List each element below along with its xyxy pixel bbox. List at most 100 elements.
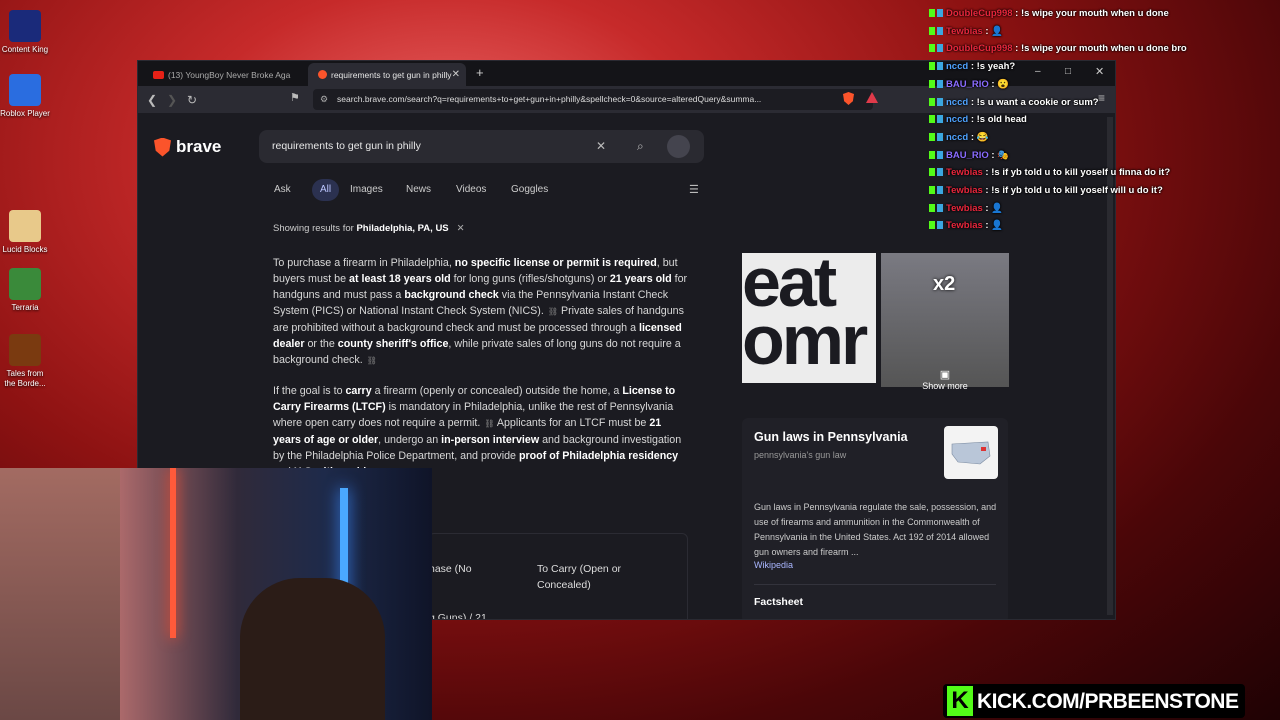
tab-news[interactable]: News xyxy=(398,179,439,201)
chat-username: Tewbias xyxy=(946,167,983,179)
app-icon xyxy=(9,74,41,106)
knowledge-title[interactable]: Gun laws in Pennsylvania xyxy=(754,430,908,444)
table-header-purchase: hase (No xyxy=(429,563,472,575)
brave-rewards-icon[interactable] xyxy=(866,92,878,103)
person xyxy=(240,578,385,720)
desktop-icon[interactable]: Content King xyxy=(0,10,50,55)
maximize-button[interactable]: □ xyxy=(1065,66,1071,77)
desktop-icon[interactable]: Lucid Blocks xyxy=(0,210,50,255)
back-button[interactable]: ❮ xyxy=(142,93,162,107)
answer-paragraph-2: If the goal is to carry a firearm (openl… xyxy=(273,383,688,481)
answer-bold-text: no specific license or permit is require… xyxy=(454,257,657,269)
chat-message: DoubleCup998 : !s wipe your mouth when u… xyxy=(929,8,1169,19)
chat-text: !s yeah? xyxy=(976,61,1016,73)
knowledge-description: Gun laws in Pennsylvania regulate the sa… xyxy=(754,502,997,557)
minimize-button[interactable]: – xyxy=(1035,66,1041,77)
chat-message: BAU_RIO : 😮 xyxy=(929,79,1009,90)
divider xyxy=(754,584,996,585)
kick-badge-icon xyxy=(929,132,935,141)
desktop-icon[interactable]: Terraria xyxy=(0,268,50,313)
citation-icon[interactable]: ⛓ xyxy=(548,307,558,316)
address-bar[interactable]: ⚙ search.brave.com/search?q=requirements… xyxy=(313,89,873,110)
chat-message: nccd : !s u want a cookie or sum? xyxy=(929,97,1099,108)
tab-search[interactable]: requirements to get gun in philly ✕ xyxy=(308,63,466,86)
kick-banner: K KICK.COM/PRBEENSTONE xyxy=(943,684,1245,718)
chat-username: Tewbias xyxy=(946,25,983,37)
kick-badge-icon xyxy=(929,62,935,71)
chat-username: Tewbias xyxy=(946,220,983,232)
chat-message: Tewbias : !s if yb told u to kill yoself… xyxy=(929,185,1163,196)
answer-text: for long guns (rifles/shotguns) or xyxy=(450,273,610,285)
answer-bold-text: carry xyxy=(345,385,372,397)
desktop-icon[interactable]: Tales from the Borde... xyxy=(0,334,50,389)
subscriber-badge-icon xyxy=(937,132,943,141)
close-window-button[interactable]: ✕ xyxy=(1095,65,1104,78)
image-icon: ▣ xyxy=(939,369,951,381)
kick-badge-icon xyxy=(929,97,935,106)
answer-bold-text: in-person interview xyxy=(441,434,540,446)
ask-assistant-button[interactable] xyxy=(667,135,690,158)
clear-icon[interactable]: ✕ xyxy=(596,130,606,163)
chat-message: nccd : 😂 xyxy=(929,132,988,143)
forward-button[interactable]: ❯ xyxy=(162,93,182,107)
desktop-icon[interactable]: Roblox Player xyxy=(0,74,50,119)
kick-badge-icon xyxy=(929,168,935,177)
kick-badge-icon xyxy=(929,203,935,212)
chat-username: nccd xyxy=(946,96,969,108)
search-input[interactable]: requirements to get gun in philly ✕ ⌕ xyxy=(259,130,704,163)
tab-images[interactable]: Images xyxy=(342,179,391,201)
brave-lion-icon xyxy=(154,137,171,157)
brave-logo[interactable]: brave xyxy=(154,137,221,157)
subscriber-badge-icon xyxy=(937,44,943,53)
search-icon[interactable]: ⌕ xyxy=(637,130,644,163)
chat-message: nccd : !s yeah? xyxy=(929,61,1015,72)
tab-youtube[interactable]: (13) YoungBoy Never Broke Aga xyxy=(143,63,303,86)
chat-username: nccd xyxy=(946,114,969,126)
subscriber-badge-icon xyxy=(937,79,943,88)
app-icon xyxy=(9,10,41,42)
answer-bold-text: at least 18 years old xyxy=(349,273,451,285)
brave-icon xyxy=(318,70,327,79)
result-thumbnail[interactable]: x2 xyxy=(881,253,1009,387)
new-tab-button[interactable]: + xyxy=(476,65,484,80)
kick-badge-icon xyxy=(929,44,935,53)
location-notice: Showing results for Philadelphia, PA, US… xyxy=(273,223,465,234)
chat-username: Tewbias xyxy=(946,202,983,214)
chat-username: DoubleCup998 xyxy=(946,8,1013,19)
tab-videos[interactable]: Videos xyxy=(448,179,494,201)
chat-text: !s wipe your mouth when u done bro xyxy=(1020,43,1187,55)
dismiss-location-icon[interactable]: ✕ xyxy=(457,223,465,234)
subscriber-badge-icon xyxy=(937,115,943,124)
chat-text: !s wipe your mouth when u done xyxy=(1020,8,1169,19)
chat-message: Tewbias : 👤 xyxy=(929,220,1003,231)
bookmark-icon[interactable]: ⚑ xyxy=(290,91,300,104)
site-info-icon[interactable]: ⚙ xyxy=(320,89,328,110)
tab-goggles[interactable]: Goggles xyxy=(503,179,556,201)
factsheet-heading[interactable]: Factsheet xyxy=(754,596,803,608)
wikipedia-link[interactable]: Wikipedia xyxy=(754,560,793,570)
subscriber-badge-icon xyxy=(937,26,943,35)
tab-ask[interactable]: Ask xyxy=(266,179,299,201)
close-tab-icon[interactable]: ✕ xyxy=(452,69,460,80)
kick-badge-icon xyxy=(929,79,935,88)
subscriber-badge-icon xyxy=(937,186,943,194)
menu-icon[interactable]: ≡ xyxy=(1098,91,1105,105)
chat-message: Tewbias : 👤 xyxy=(929,203,1003,214)
tab-all[interactable]: All xyxy=(312,179,340,201)
show-more-images[interactable]: ▣ Show more xyxy=(881,368,1009,391)
citation-icon[interactable]: ⛓ xyxy=(367,356,377,365)
us-map-image[interactable] xyxy=(944,426,998,479)
filter-icon[interactable]: ☰ xyxy=(689,183,699,196)
chat-message: nccd : !s old head xyxy=(929,114,1027,125)
chat-text: 👤 xyxy=(991,220,1004,232)
citation-icon[interactable]: ⛓ xyxy=(484,419,494,428)
chat-username: BAU_RIO xyxy=(946,149,989,161)
app-icon xyxy=(9,334,41,366)
answer-bold-text: county sheriff's office xyxy=(337,338,449,350)
answer-text: If the goal is to xyxy=(273,385,346,397)
result-image[interactable]: eat omr xyxy=(742,253,876,383)
answer-text: Applicants for an LTCF must be xyxy=(494,417,650,429)
reload-button[interactable]: ↻ xyxy=(182,93,202,107)
answer-text: a firearm (openly or concealed) outside … xyxy=(371,385,623,397)
chat-username: nccd xyxy=(946,131,969,143)
